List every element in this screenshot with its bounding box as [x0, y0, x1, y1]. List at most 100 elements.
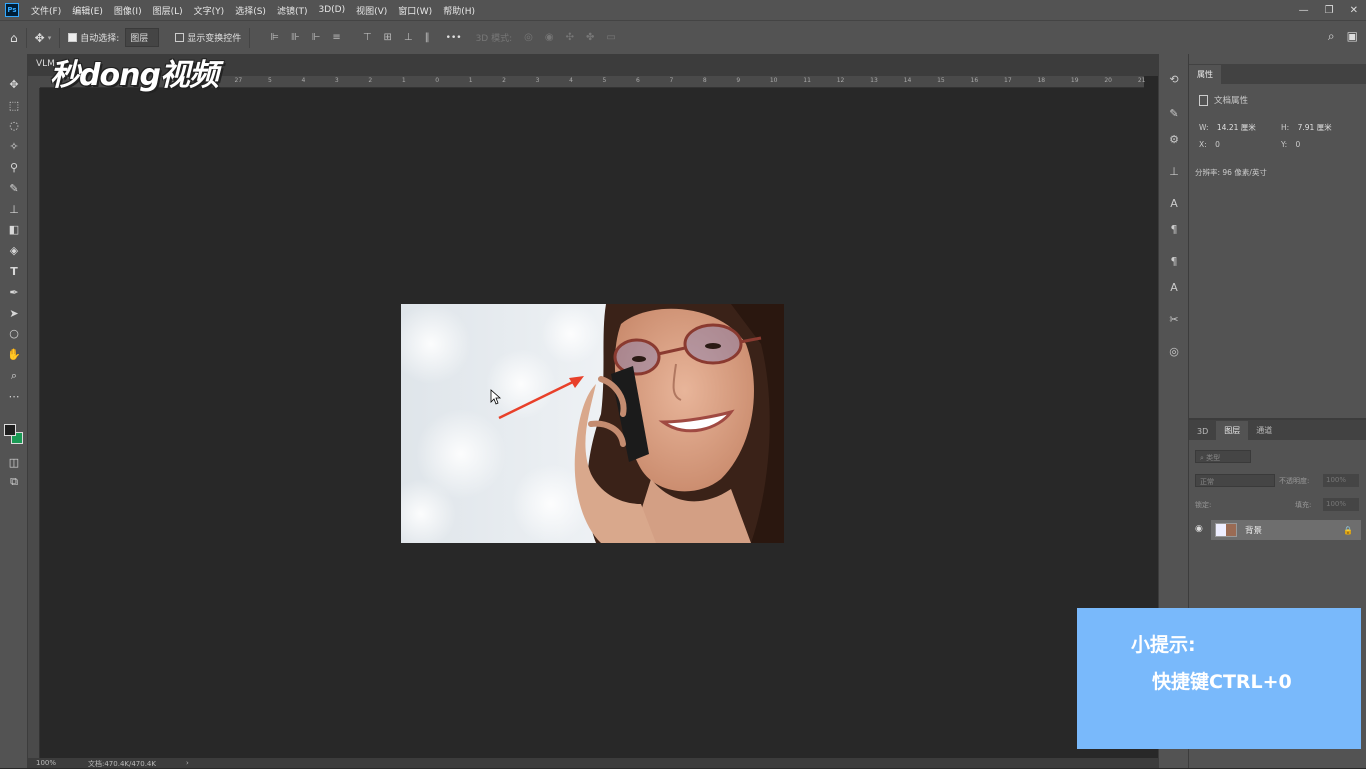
menu-image[interactable]: 图像(I)	[114, 4, 142, 17]
3d-slide-icon[interactable]: ✤	[586, 32, 594, 43]
menu-window[interactable]: 窗口(W)	[398, 4, 432, 17]
height-label: H:	[1281, 123, 1290, 132]
3d-roll-icon[interactable]: ◉	[545, 32, 554, 43]
ruler-tick-label: 11	[803, 77, 811, 84]
more-tools-icon[interactable]: ⋯	[0, 386, 28, 407]
show-transform-checkbox[interactable]	[175, 33, 185, 42]
zoom-level[interactable]: 100%	[36, 759, 56, 767]
move-tool-icon[interactable]: ✥	[0, 74, 28, 95]
tab-layers[interactable]: 图层	[1216, 421, 1249, 440]
ruler-tick-label: 1	[401, 77, 406, 84]
minimize-icon[interactable]: —	[1299, 5, 1309, 16]
menu-layer[interactable]: 图层(L)	[153, 4, 183, 17]
workspace-icon[interactable]: ▣	[1347, 29, 1358, 44]
layer-row-background[interactable]: 背景 🔒	[1211, 520, 1361, 540]
blend-mode-dropdown[interactable]: 正常	[1195, 474, 1275, 487]
height-value[interactable]: 7.91 厘米	[1298, 123, 1332, 132]
auto-select-checkbox[interactable]	[68, 33, 78, 42]
distribute-vertical-icon[interactable]: ‖	[425, 32, 430, 43]
menu-select[interactable]: 选择(S)	[235, 4, 266, 17]
marquee-tool-icon[interactable]: ⬚	[0, 95, 28, 116]
tab-properties[interactable]: 属性	[1189, 65, 1221, 84]
quick-mask-icon[interactable]: ◫	[0, 452, 28, 473]
paint-bucket-tool-icon[interactable]: ◈	[0, 240, 28, 261]
foreground-color-swatch[interactable]	[4, 424, 16, 436]
lock-icon[interactable]: 🔒	[1343, 526, 1353, 535]
align-top-icon[interactable]: ⊤	[363, 32, 372, 43]
menu-file[interactable]: 文件(F)	[31, 4, 61, 17]
search-icon[interactable]: ⌕	[1328, 29, 1335, 44]
ruler-tick-label: 2	[368, 77, 373, 84]
menu-view[interactable]: 视图(V)	[356, 4, 387, 17]
menu-filter[interactable]: 滤镜(T)	[277, 4, 308, 17]
color-swatches[interactable]	[4, 424, 24, 444]
stamp-tool-icon[interactable]: ⊥	[0, 199, 28, 220]
character-icon[interactable]: A	[1159, 192, 1189, 214]
y-value[interactable]: 0	[1296, 140, 1301, 149]
width-field[interactable]: W: 14.21 厘米	[1199, 122, 1256, 133]
clone-source-icon[interactable]: ⊥	[1159, 160, 1189, 182]
status-menu-arrow[interactable]: ›	[186, 759, 189, 767]
layer-name[interactable]: 背景	[1245, 524, 1262, 536]
tab-channels[interactable]: 通道	[1248, 421, 1280, 440]
more-options-icon[interactable]: •••	[446, 33, 462, 43]
history-icon[interactable]: ⟲	[1159, 68, 1189, 90]
adjustments-icon[interactable]: ⚙	[1159, 128, 1189, 150]
close-icon[interactable]: ✕	[1350, 5, 1358, 16]
x-field[interactable]: X: 0	[1199, 140, 1220, 149]
lasso-tool-icon[interactable]: ◌	[0, 116, 28, 137]
path-select-tool-icon[interactable]: ➤	[0, 303, 28, 324]
home-icon[interactable]: ⌂	[10, 31, 18, 45]
window-controls: — ❐ ✕	[1299, 0, 1358, 20]
paragraph-styles-icon[interactable]: ¶	[1159, 250, 1189, 272]
height-field[interactable]: H: 7.91 厘米	[1281, 122, 1332, 133]
distribute-icon[interactable]: ≡	[332, 32, 340, 43]
chevron-down-icon[interactable]: ▾	[48, 34, 52, 42]
canvas-area[interactable]	[40, 88, 1144, 758]
character-styles-icon[interactable]: A	[1159, 276, 1189, 298]
brush-settings-icon[interactable]: ✎	[1159, 102, 1189, 124]
align-middle-icon[interactable]: ⊞	[384, 32, 392, 43]
align-left-icon[interactable]: ⊫	[270, 32, 279, 43]
doc-properties-header: 文档属性	[1199, 94, 1248, 106]
magic-wand-tool-icon[interactable]: ✧	[0, 136, 28, 157]
tools-panel: ✥ ⬚ ◌ ✧ ⚲ ✎ ⊥ ◧ ◈ T ✒ ➤ ○ ✋ ⌕ ⋯ ◫ ⧉	[0, 54, 28, 768]
screen-mode-icon[interactable]: ⧉	[0, 472, 28, 493]
width-value[interactable]: 14.21 厘米	[1217, 123, 1256, 132]
eraser-tool-icon[interactable]: ◧	[0, 220, 28, 241]
menu-type[interactable]: 文字(Y)	[194, 4, 225, 17]
3d-rotate-icon[interactable]: ◎	[524, 32, 533, 43]
3d-camera-icon[interactable]: ▭	[606, 32, 615, 43]
align-right-icon[interactable]: ⊩	[312, 32, 321, 43]
tools-preset-icon[interactable]: ✂	[1159, 308, 1189, 330]
visibility-eye-icon[interactable]: ◉	[1195, 524, 1203, 534]
menu-help[interactable]: 帮助(H)	[443, 4, 475, 17]
restore-icon[interactable]: ❐	[1325, 5, 1334, 16]
hand-tool-icon[interactable]: ✋	[0, 344, 28, 365]
y-field[interactable]: Y: 0	[1281, 140, 1300, 149]
type-tool-icon[interactable]: T	[0, 261, 28, 282]
opacity-field[interactable]: 100%	[1323, 474, 1359, 487]
zoom-tool-icon[interactable]: ⌕	[0, 365, 28, 386]
align-center-icon[interactable]: ⊪	[291, 32, 300, 43]
align-bottom-icon[interactable]: ⊥	[404, 32, 413, 43]
tab-3d[interactable]: 3D	[1189, 423, 1216, 440]
eyedropper-tool-icon[interactable]: ⚲	[0, 157, 28, 178]
document-image[interactable]	[401, 304, 784, 543]
ruler-tick-label: 4	[569, 77, 573, 84]
move-tool-icon[interactable]: ✥	[35, 31, 45, 45]
ellipse-tool-icon[interactable]: ○	[0, 324, 28, 345]
width-label: W:	[1199, 123, 1209, 132]
x-value[interactable]: 0	[1215, 140, 1220, 149]
menu-edit[interactable]: 编辑(E)	[72, 4, 103, 17]
brush-tool-icon[interactable]: ✎	[0, 178, 28, 199]
libraries-icon[interactable]: ◎	[1159, 340, 1189, 362]
fill-field[interactable]: 100%	[1323, 498, 1359, 511]
auto-select-dropdown[interactable]: 图层	[125, 28, 160, 47]
layer-filter-dropdown[interactable]: ⌕ 类型	[1195, 450, 1251, 463]
pen-tool-icon[interactable]: ✒	[0, 282, 28, 303]
menu-3d[interactable]: 3D(D)	[318, 5, 345, 15]
paragraph-icon[interactable]: ¶	[1159, 218, 1189, 240]
layer-filter-placeholder: 类型	[1206, 454, 1221, 462]
3d-drag-icon[interactable]: ✣	[566, 32, 574, 43]
